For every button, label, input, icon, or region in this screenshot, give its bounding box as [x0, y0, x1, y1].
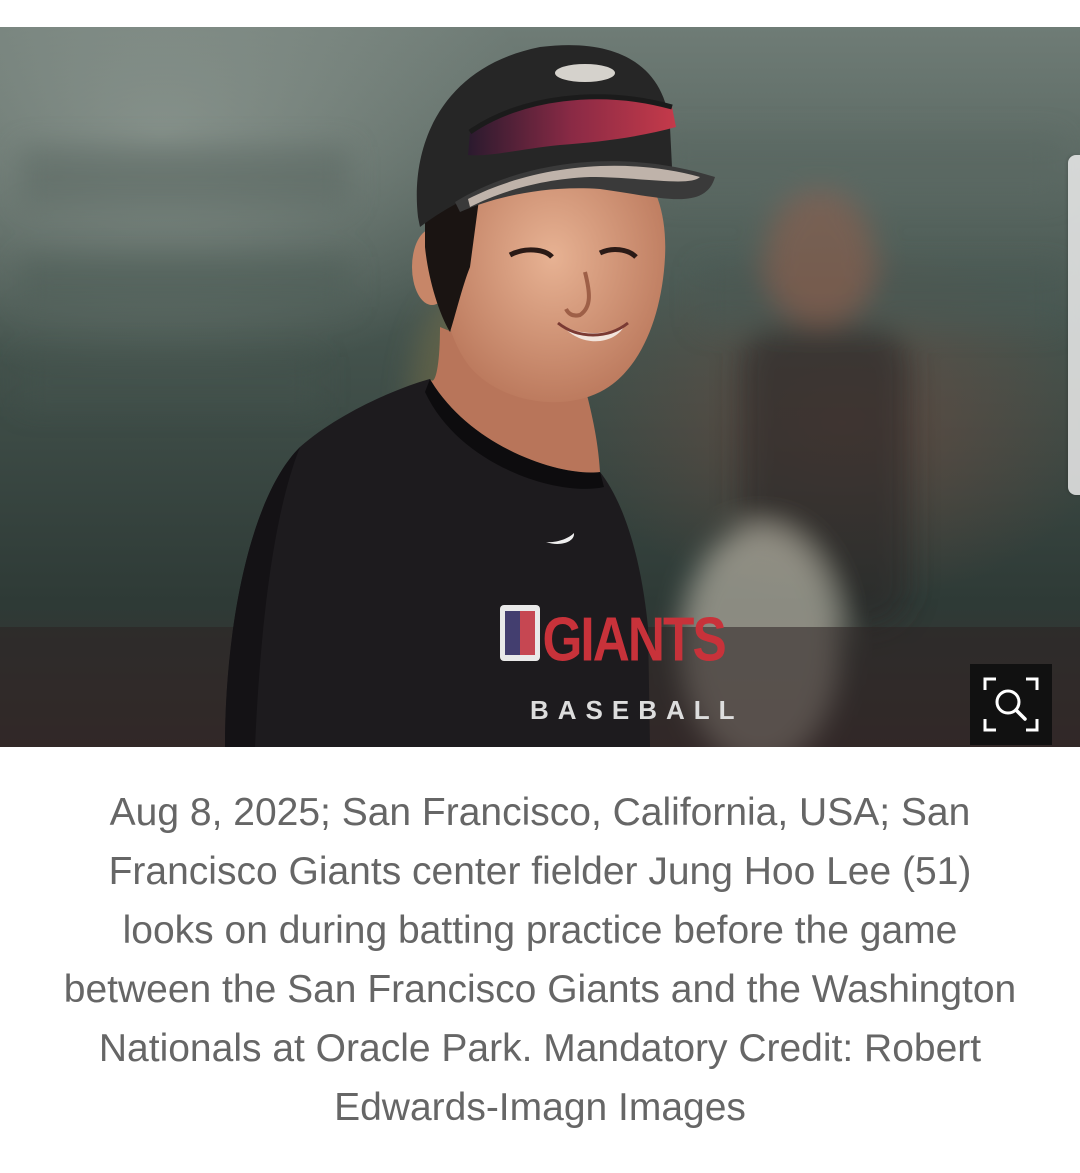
- top-bar: [0, 0, 1080, 27]
- zoom-in-magnifier-icon: [983, 677, 1039, 732]
- zoom-image-button[interactable]: [970, 664, 1052, 745]
- shirt-text-baseball: BASEBALL: [530, 695, 744, 725]
- player-photo-illustration: GIANTS BASEBALL: [0, 27, 1080, 747]
- photo-caption: Aug 8, 2025; San Francisco, California, …: [63, 791, 1017, 1129]
- article-photo[interactable]: GIANTS BASEBALL: [0, 27, 1080, 747]
- shirt-text-giants: GIANTS: [542, 605, 724, 675]
- side-scroll-handle[interactable]: [1068, 155, 1080, 495]
